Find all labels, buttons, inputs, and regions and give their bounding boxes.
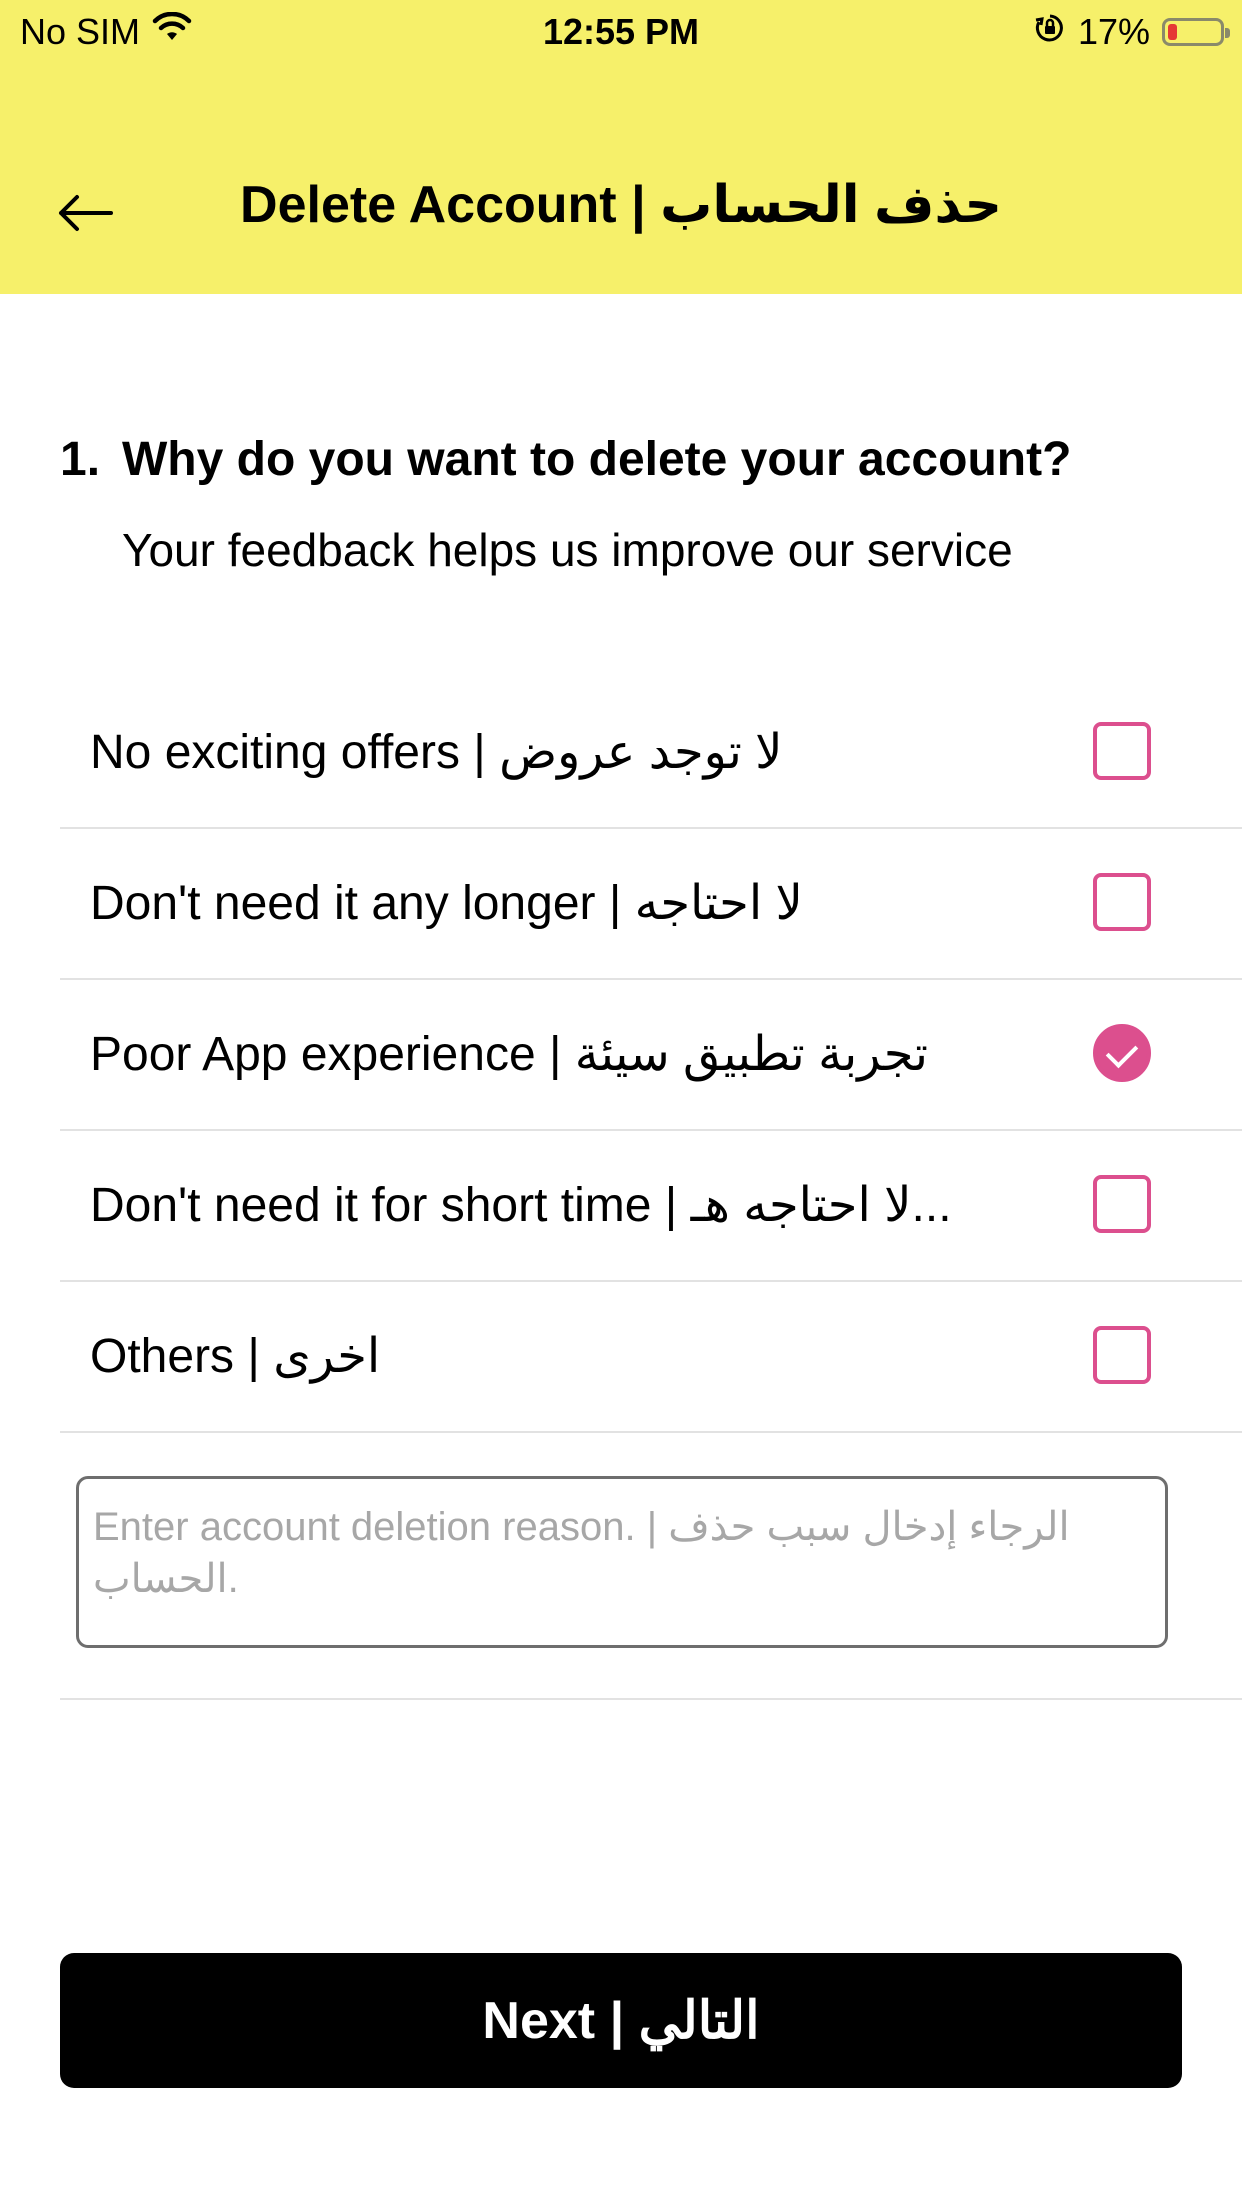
- reason-checkbox[interactable]: [1093, 1326, 1151, 1384]
- reason-checkbox[interactable]: [1093, 1024, 1151, 1082]
- question-subtitle: Your feedback helps us improve our servi…: [122, 524, 1013, 576]
- reason-option[interactable]: Poor App experience | تجربة تطبيق سيئة: [60, 980, 1242, 1131]
- reason-option[interactable]: Others | اخرى: [60, 1282, 1242, 1433]
- deletion-reason-input[interactable]: [76, 1476, 1168, 1648]
- reason-checkbox[interactable]: [1093, 873, 1151, 931]
- reason-option-label: Don't need it for short time | لا احتاجه…: [90, 1179, 952, 1232]
- reason-option[interactable]: Don't need it for short time | لا احتاجه…: [60, 1131, 1242, 1282]
- next-button[interactable]: Next | التالي: [60, 1953, 1182, 2088]
- question-text: Why do you want to delete your account?: [122, 433, 1072, 486]
- reason-option[interactable]: Don't need it any longer | لا احتاجه: [60, 829, 1242, 980]
- battery-fill: [1168, 24, 1177, 40]
- reason-input-section: [60, 1428, 1242, 1700]
- orientation-lock-icon: [1034, 8, 1066, 56]
- reason-checkbox[interactable]: [1093, 1175, 1151, 1233]
- reason-option-label: Others | اخرى: [90, 1330, 381, 1383]
- reason-options-list: No exciting offers | لا توجد عروض Don't …: [60, 678, 1242, 1433]
- delete-account-screen: No SIM 12:55 PM 17% Delete Account | حذف…: [0, 0, 1242, 2208]
- question-number: 1.: [60, 433, 101, 486]
- status-right: 17%: [1034, 8, 1230, 56]
- status-bar: No SIM 12:55 PM 17%: [0, 0, 1242, 64]
- reason-option-label: No exciting offers | لا توجد عروض: [90, 726, 783, 779]
- page-title: Delete Account | حذف الحساب: [240, 176, 1002, 234]
- reason-option-label: Don't need it any longer | لا احتاجه: [90, 877, 803, 930]
- question-heading: 1. Why do you want to delete your account…: [60, 428, 1200, 492]
- battery-percent: 17%: [1077, 11, 1150, 52]
- header-bar: No SIM 12:55 PM 17% Delete Account | حذف…: [0, 0, 1242, 294]
- reason-option[interactable]: No exciting offers | لا توجد عروض: [60, 678, 1242, 829]
- battery-icon: [1162, 18, 1230, 46]
- reason-checkbox[interactable]: [1093, 722, 1151, 780]
- checkmark-icon: [1105, 1035, 1139, 1069]
- reason-option-label: Poor App experience | تجربة تطبيق سيئة: [90, 1028, 929, 1081]
